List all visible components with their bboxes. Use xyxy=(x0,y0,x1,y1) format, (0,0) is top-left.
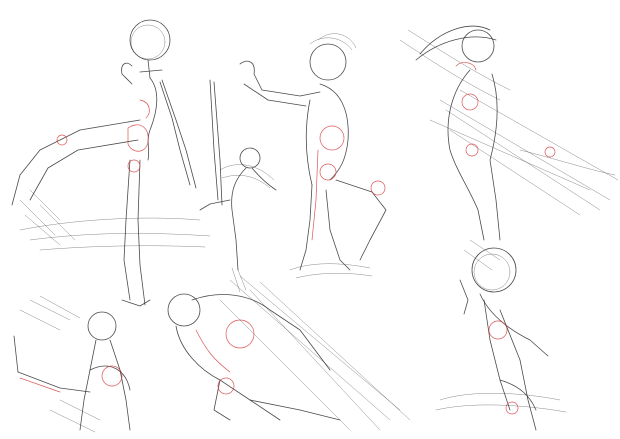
figure-sword xyxy=(199,79,277,293)
figure-reach xyxy=(435,239,567,431)
sketch-drawing xyxy=(11,19,619,433)
figure-lunge xyxy=(167,275,411,431)
figure-swing xyxy=(399,25,619,241)
figure-kicking xyxy=(11,19,211,307)
figure-crouch xyxy=(239,33,387,279)
figure-kneel xyxy=(13,295,131,433)
sketch-canvas xyxy=(0,0,620,439)
